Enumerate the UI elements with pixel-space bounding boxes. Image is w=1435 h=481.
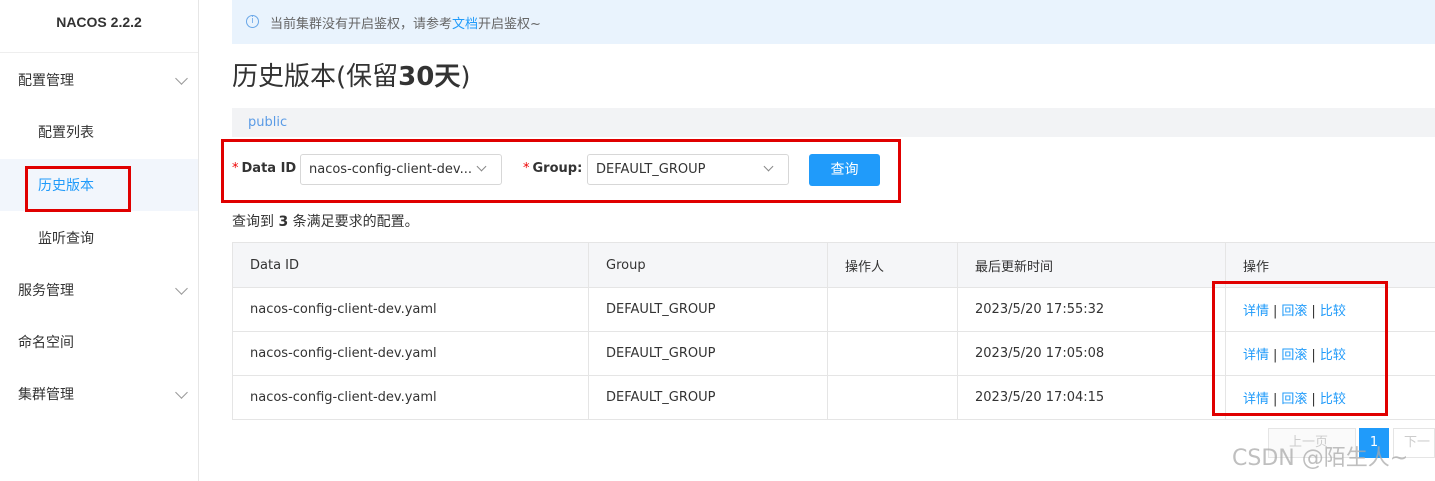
- table-row: nacos-config-client-dev.yaml DEFAULT_GRO…: [232, 375, 1435, 420]
- sidebar-item-label: 历史版本: [38, 178, 94, 194]
- docs-link[interactable]: 文档: [452, 17, 478, 32]
- col-header-operator: 操作人: [827, 242, 958, 288]
- compare-link[interactable]: 比较: [1320, 392, 1346, 407]
- cell-operator: [827, 287, 958, 332]
- sidebar-item-config-management[interactable]: 配置管理: [0, 54, 198, 106]
- cell-time: 2023/5/20 17:05:08: [957, 331, 1226, 376]
- compare-link[interactable]: 比较: [1320, 304, 1346, 319]
- cell-group: DEFAULT_GROUP: [588, 331, 828, 376]
- sidebar-item-label: 命名空间: [18, 335, 74, 351]
- chevron-down-icon: [175, 282, 188, 295]
- detail-link[interactable]: 详情: [1243, 304, 1269, 319]
- rollback-link[interactable]: 回滚: [1281, 348, 1307, 363]
- cell-operator: [827, 331, 958, 376]
- notice-text: 当前集群没有开启鉴权，请参考文档开启鉴权~: [270, 17, 541, 32]
- sidebar-item-service-management[interactable]: 服务管理: [0, 264, 198, 316]
- table-row: nacos-config-client-dev.yaml DEFAULT_GRO…: [232, 287, 1435, 332]
- watermark: CSDN @陌生人~: [1232, 446, 1409, 471]
- cell-operator: [827, 375, 958, 420]
- cell-actions: 详情 | 回滚 | 比较: [1225, 287, 1435, 332]
- cell-data-id: nacos-config-client-dev.yaml: [232, 375, 589, 420]
- compare-link[interactable]: 比较: [1320, 348, 1346, 363]
- info-icon: i: [246, 15, 259, 28]
- cell-time: 2023/5/20 17:04:15: [957, 375, 1226, 420]
- sidebar-item-label: 配置管理: [18, 73, 74, 89]
- chevron-down-icon: [175, 386, 188, 399]
- sidebar-item-label: 集群管理: [18, 387, 74, 403]
- result-count: 查询到 3 条满足要求的配置。: [232, 214, 419, 230]
- sidebar-item-label: 监听查询: [38, 231, 94, 247]
- sidebar-item-cluster-management[interactable]: 集群管理: [0, 368, 198, 420]
- sidebar-item-listener-query[interactable]: 监听查询: [0, 212, 198, 264]
- cell-data-id: nacos-config-client-dev.yaml: [232, 287, 589, 332]
- col-header-data-id: Data ID: [232, 242, 589, 288]
- data-id-label: * Data ID: [232, 161, 297, 176]
- detail-link[interactable]: 详情: [1243, 348, 1269, 363]
- col-header-time: 最后更新时间: [957, 242, 1226, 288]
- cell-data-id: nacos-config-client-dev.yaml: [232, 331, 589, 376]
- col-header-group: Group: [588, 242, 828, 288]
- chevron-down-icon: [763, 161, 774, 172]
- sidebar-item-label: 服务管理: [18, 283, 74, 299]
- rollback-link[interactable]: 回滚: [1281, 392, 1307, 407]
- table-row: nacos-config-client-dev.yaml DEFAULT_GRO…: [232, 331, 1435, 376]
- cell-actions: 详情 | 回滚 | 比较: [1225, 375, 1435, 420]
- cell-group: DEFAULT_GROUP: [588, 287, 828, 332]
- sidebar-item-history[interactable]: 历史版本: [0, 159, 198, 211]
- chevron-down-icon: [175, 72, 188, 85]
- namespace-public[interactable]: public: [248, 115, 287, 130]
- query-button[interactable]: 查询: [809, 154, 880, 186]
- rollback-link[interactable]: 回滚: [1281, 304, 1307, 319]
- table-header: Data ID Group 操作人 最后更新时间 操作: [232, 242, 1435, 288]
- sidebar-item-label: 配置列表: [38, 125, 94, 141]
- auth-notice: i 当前集群没有开启鉴权，请参考文档开启鉴权~: [232, 0, 1435, 44]
- col-header-actions: 操作: [1225, 242, 1435, 288]
- cell-actions: 详情 | 回滚 | 比较: [1225, 331, 1435, 376]
- page-title: 历史版本(保留30天): [232, 62, 471, 92]
- history-table: Data ID Group 操作人 最后更新时间 操作 nacos-config…: [232, 242, 1435, 420]
- namespace-bar: public: [232, 108, 1435, 137]
- group-select[interactable]: DEFAULT_GROUP: [587, 154, 789, 185]
- cell-group: DEFAULT_GROUP: [588, 375, 828, 420]
- data-id-select[interactable]: nacos-config-client-dev...: [300, 154, 502, 185]
- sidebar: NACOS 2.2.2 配置管理 配置列表 历史版本 监听查询 服务管理 命名空…: [0, 0, 199, 481]
- brand-title: NACOS 2.2.2: [0, 0, 198, 53]
- cell-time: 2023/5/20 17:55:32: [957, 287, 1226, 332]
- chevron-down-icon: [476, 161, 487, 172]
- sidebar-item-namespace[interactable]: 命名空间: [0, 316, 198, 368]
- group-label: * Group:: [523, 161, 583, 176]
- sidebar-item-config-list[interactable]: 配置列表: [0, 106, 198, 158]
- detail-link[interactable]: 详情: [1243, 392, 1269, 407]
